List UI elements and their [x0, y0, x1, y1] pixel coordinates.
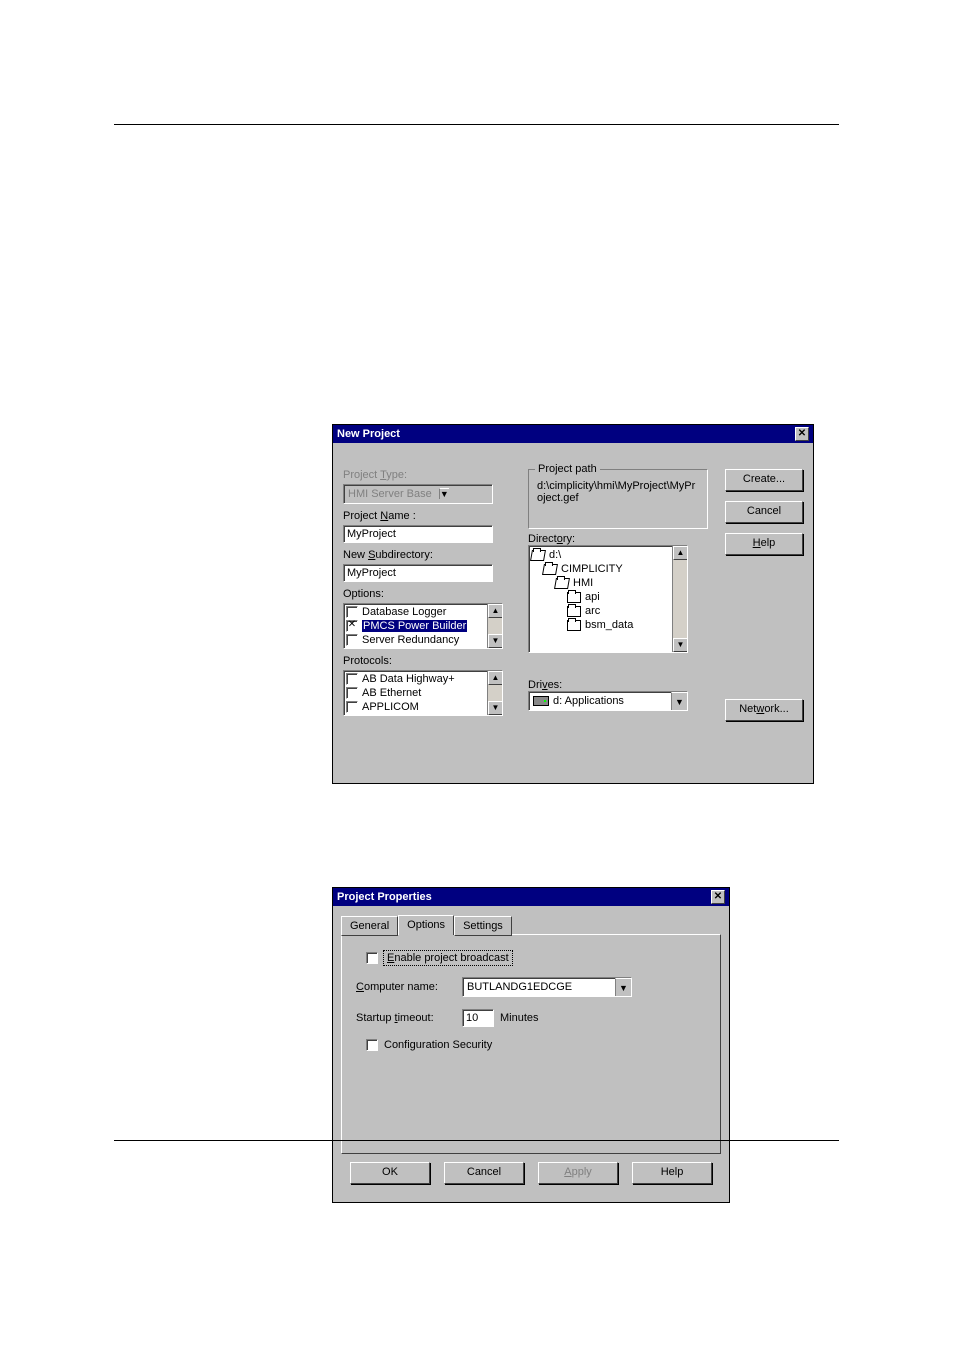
protocols-label: Protocols:	[343, 655, 513, 667]
project-type-label: Project Type:	[343, 469, 513, 481]
ok-button[interactable]: OK	[350, 1162, 430, 1184]
drives-combo[interactable]: d: Applications ▼	[528, 691, 688, 711]
computer-name-combo[interactable]: BUTLANDG1EDCGE ▼	[462, 977, 632, 997]
startup-timeout-unit: Minutes	[500, 1012, 539, 1024]
enable-broadcast-checkbox[interactable]	[366, 952, 378, 964]
tree-node[interactable]: CIMPLICITY	[561, 563, 623, 575]
project-type-combo: HMI Server Base ▼	[343, 484, 493, 504]
drives-label: Drives:	[528, 679, 708, 691]
option-item: Server Redundancy	[362, 634, 459, 646]
computer-name-value: BUTLANDG1EDCGE	[463, 981, 615, 993]
dialog-title: Project Properties	[337, 891, 432, 903]
options-label: Options:	[343, 588, 513, 600]
folder-open-icon	[530, 550, 546, 561]
options-listbox[interactable]: Database Logger PMCS Power Builder Serve…	[343, 603, 503, 649]
chevron-down-icon[interactable]: ▼	[615, 978, 631, 996]
protocols-listbox[interactable]: AB Data Highway+ AB Ethernet APPLICOM ▲ …	[343, 670, 503, 716]
tab-page-options: Enable project broadcast Computer name: …	[341, 934, 721, 1154]
scroll-down-icon[interactable]: ▼	[488, 701, 503, 715]
project-name-label: Project Name :	[343, 510, 513, 522]
close-icon[interactable]: ✕	[711, 890, 725, 904]
tree-node[interactable]: d:\	[549, 549, 561, 561]
cancel-button[interactable]: Cancel	[725, 501, 803, 523]
checkbox-icon[interactable]	[346, 673, 358, 685]
close-icon[interactable]: ✕	[795, 427, 809, 441]
checkbox-icon[interactable]	[346, 620, 358, 632]
dialog-title: New Project	[337, 428, 400, 440]
page-rule-bottom	[114, 1140, 839, 1141]
tree-node[interactable]: bsm_data	[585, 619, 633, 631]
project-properties-dialog: Project Properties ✕ General Options Set…	[332, 887, 730, 1203]
checkbox-icon[interactable]	[346, 606, 358, 618]
folder-closed-icon	[567, 606, 581, 617]
project-type-value: HMI Server Base	[344, 488, 436, 500]
scroll-down-icon[interactable]: ▼	[488, 634, 503, 648]
protocol-item: AB Data Highway+	[362, 673, 455, 685]
apply-button[interactable]: Apply	[538, 1162, 618, 1184]
tab-strip: General Options Settings	[341, 914, 721, 934]
project-path-group: Project path d:\cimplicity\hmi\MyProject…	[528, 469, 708, 529]
folder-closed-icon	[567, 620, 581, 631]
computer-name-label: Computer name:	[356, 981, 456, 993]
folder-closed-icon	[567, 592, 581, 603]
new-project-dialog: New Project ✕ Project Type: HMI Server B…	[332, 424, 814, 784]
startup-timeout-label: Startup timeout:	[356, 1012, 456, 1024]
checkbox-icon[interactable]	[346, 701, 358, 713]
option-item: PMCS Power Builder	[362, 620, 467, 632]
directory-tree[interactable]: d:\ CIMPLICITY HMI api arc bsm_data ▲ ▼	[528, 545, 688, 653]
protocol-item: AB Ethernet	[362, 687, 421, 699]
project-name-input[interactable]	[343, 525, 493, 543]
help-button[interactable]: Help	[725, 533, 803, 555]
drives-value: d: Applications	[553, 695, 624, 707]
tree-node[interactable]: api	[585, 591, 600, 603]
scrollbar[interactable]: ▲ ▼	[672, 546, 687, 652]
option-item: Database Logger	[362, 606, 446, 618]
scroll-up-icon[interactable]: ▲	[488, 604, 503, 618]
chevron-down-icon: ▼	[439, 488, 449, 499]
scroll-down-icon[interactable]: ▼	[673, 638, 688, 652]
scroll-up-icon[interactable]: ▲	[488, 671, 503, 685]
network-button[interactable]: Network...	[725, 699, 803, 721]
new-subdir-label: New Subdirectory:	[343, 549, 513, 561]
scroll-up-icon[interactable]: ▲	[673, 546, 688, 560]
project-path-label: Project path	[535, 463, 600, 475]
protocol-item: APPLICOM	[362, 701, 419, 713]
titlebar: New Project ✕	[333, 425, 813, 443]
tree-node[interactable]: arc	[585, 605, 600, 617]
page-rule-top	[114, 124, 839, 125]
project-path-value: d:\cimplicity\hmi\MyProject\MyProject.ge…	[537, 480, 699, 504]
folder-open-icon	[554, 578, 570, 589]
scrollbar[interactable]: ▲ ▼	[487, 671, 502, 715]
config-security-checkbox[interactable]	[366, 1039, 378, 1051]
config-security-label: Configuration Security	[384, 1039, 492, 1051]
help-button[interactable]: Help	[632, 1162, 712, 1184]
enable-broadcast-label: Enable project broadcast	[384, 951, 512, 965]
folder-open-icon	[542, 564, 558, 575]
startup-timeout-input[interactable]	[462, 1009, 494, 1027]
new-subdir-input[interactable]	[343, 564, 493, 582]
create-button[interactable]: Create...	[725, 469, 803, 491]
tree-node[interactable]: HMI	[573, 577, 593, 589]
drive-icon	[533, 696, 549, 706]
directory-label: Directory:	[528, 533, 708, 545]
chevron-down-icon[interactable]: ▼	[671, 692, 687, 710]
checkbox-icon[interactable]	[346, 634, 358, 646]
tab-settings[interactable]: Settings	[454, 916, 512, 936]
tab-general[interactable]: General	[341, 916, 398, 936]
tab-options[interactable]: Options	[398, 915, 454, 935]
scrollbar[interactable]: ▲ ▼	[487, 604, 502, 648]
checkbox-icon[interactable]	[346, 687, 358, 699]
titlebar: Project Properties ✕	[333, 888, 729, 906]
cancel-button[interactable]: Cancel	[444, 1162, 524, 1184]
